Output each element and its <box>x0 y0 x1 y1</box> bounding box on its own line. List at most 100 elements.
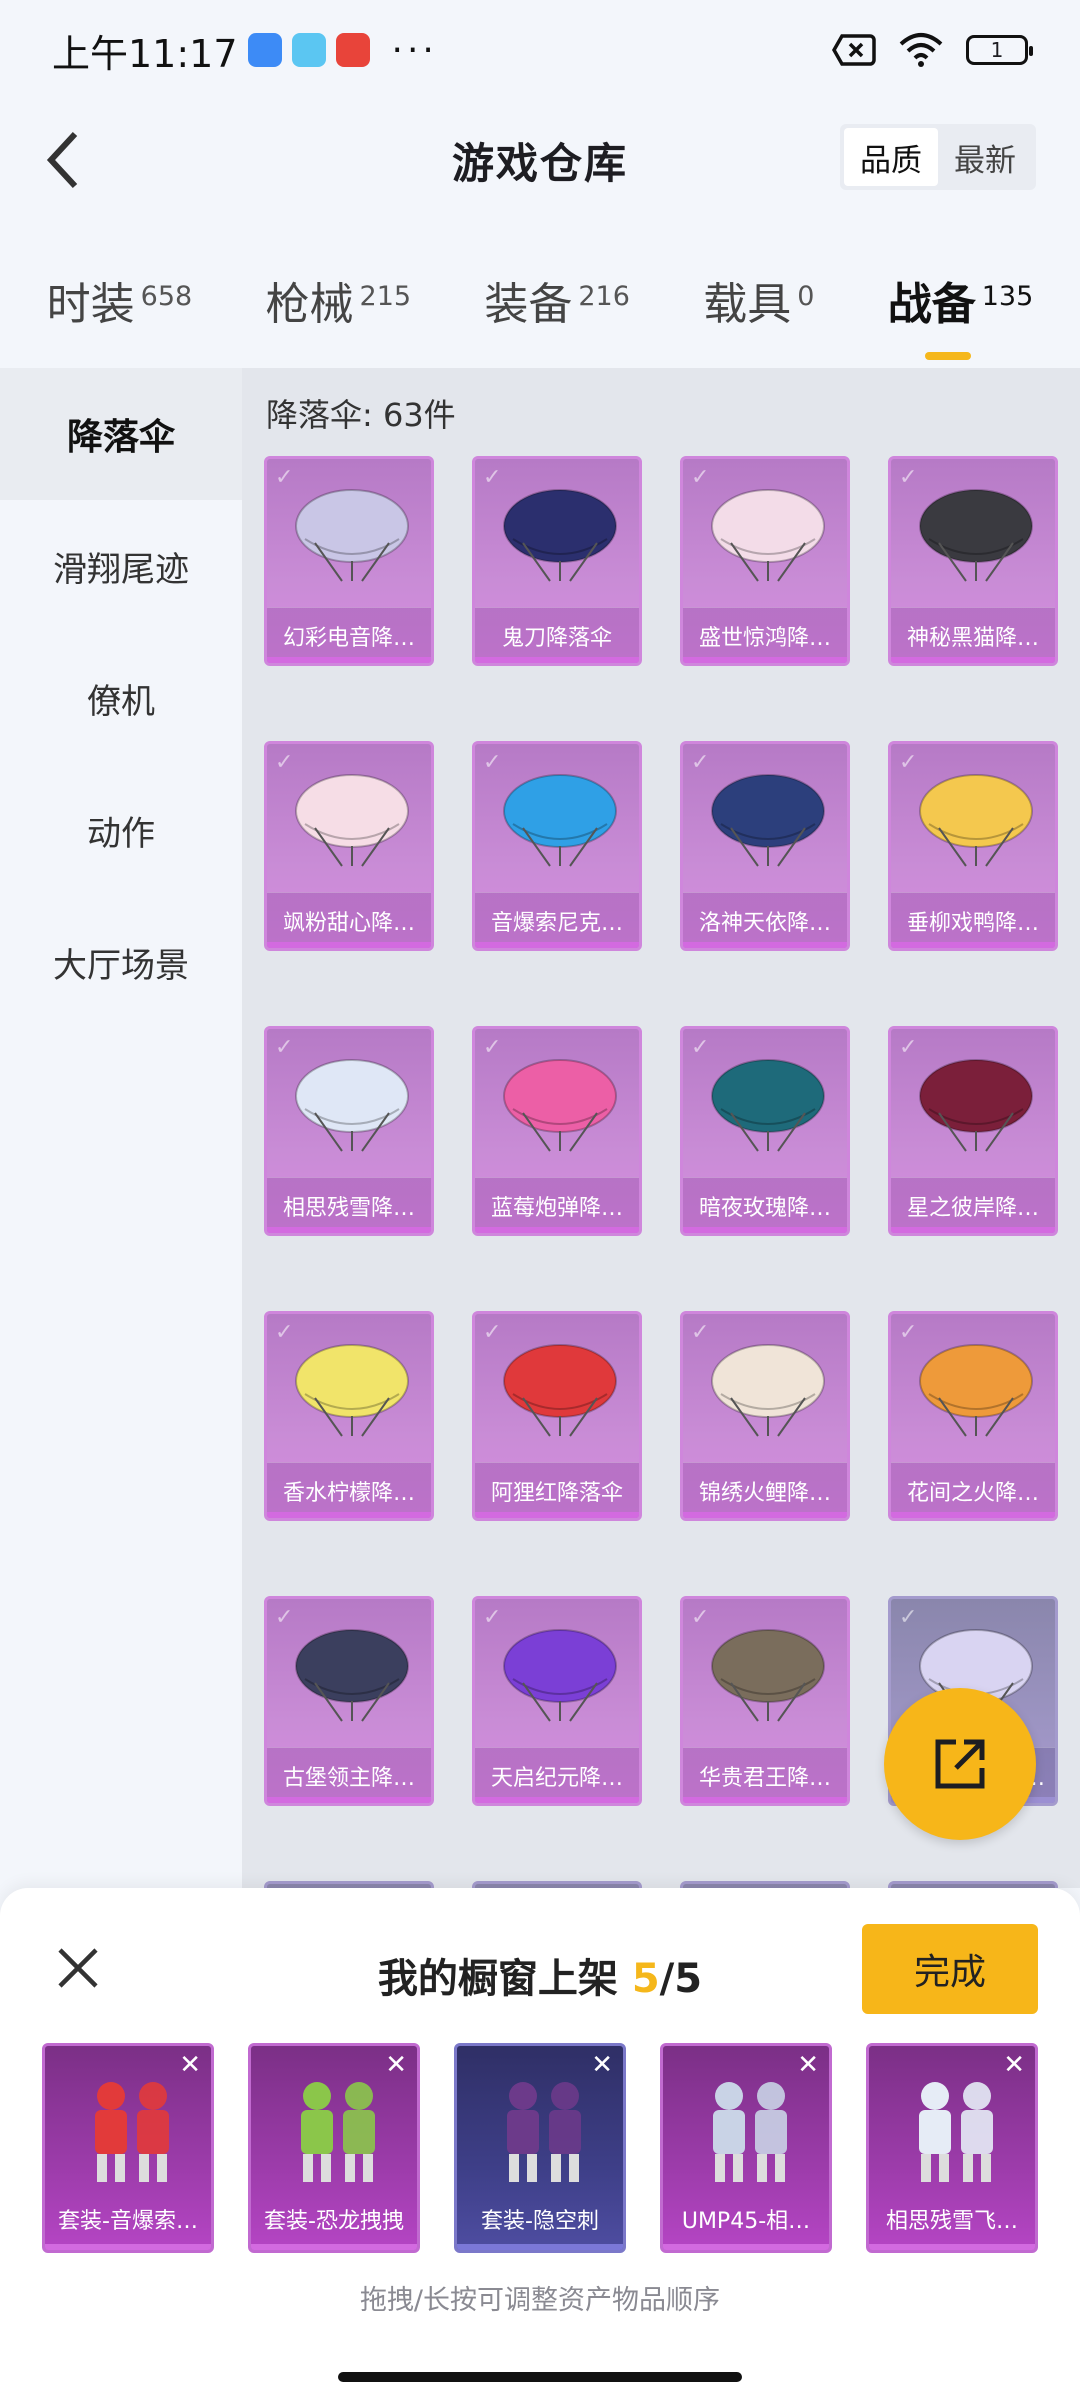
item-name: 阿狸红降落伞 <box>475 1462 639 1518</box>
parachute-icon <box>295 1344 409 1437</box>
tab-vehicles[interactable]: 载具 0 <box>703 268 814 332</box>
item-name: 鬼刀降落伞 <box>475 607 639 663</box>
item-name: 盛世惊鸿降… <box>683 607 847 663</box>
showcase-count: 5 <box>631 1956 660 2002</box>
outfit-icon <box>919 2082 993 2182</box>
showcase-item-name: UMP45-相… <box>681 2209 811 2234</box>
parachute-icon <box>919 1344 1033 1437</box>
sort-toggle: 品质 最新 <box>840 124 1036 190</box>
showcase-item-card[interactable]: ✕ UMP45-相… <box>660 2043 832 2253</box>
parachute-item-card[interactable]: ✓ 星之彼岸降… <box>888 1026 1058 1236</box>
parachute-item-card[interactable]: ✓ 垂柳戏鸭降… <box>888 741 1058 951</box>
status-more-icon: ··· <box>391 29 438 71</box>
parachute-item-card[interactable]: ✓ 蓝莓炮弹降… <box>472 1026 642 1236</box>
parachute-item-card[interactable]: ✓ 花间之火降… <box>888 1311 1058 1521</box>
item-grid: ✓ 幻彩电音降… ✓ 鬼刀降落伞 ✓ 盛世惊鸿降… ✓ 神秘黑猫降… ✓ 飒粉甜心降… ✓ 音爆索尼克… <box>264 456 1058 1888</box>
sidebar-item-wingman[interactable]: 僚机 <box>0 632 242 764</box>
parachute-item-card[interactable]: ✓ 香水柠檬降… <box>264 1311 434 1521</box>
parachute-icon <box>295 489 409 582</box>
category-tabs: 时装 658 枪械 215 装备 216 载具 0 战备 135 <box>0 240 1080 360</box>
item-name: 幻彩电音降… <box>267 607 431 663</box>
showcase-item-card[interactable]: ✕ 套装-恐龙拽拽 <box>248 2043 420 2253</box>
tab-fashion[interactable]: 时装 658 <box>47 268 193 332</box>
item-name: 蓝莓炮弹降… <box>475 1177 639 1233</box>
parachute-item-card[interactable]: ✓巳巳如意降… <box>888 1881 1058 1888</box>
item-name: 音爆索尼克… <box>475 892 639 948</box>
item-name: 华贵君王降… <box>683 1747 847 1803</box>
sheet-title-text: 我的橱窗上架 <box>377 1956 618 2002</box>
tab-count: 658 <box>140 281 193 312</box>
item-name: 花间之火降… <box>891 1462 1055 1518</box>
parachute-item-card[interactable]: ✓ 锦绣火鲤降… <box>680 1311 850 1521</box>
sidebar: 降落伞 滑翔尾迹 僚机 动作 大厅场景 <box>0 368 242 1888</box>
status-app-icons <box>247 33 370 67</box>
parachute-icon <box>919 774 1033 867</box>
active-tab-indicator <box>924 352 971 360</box>
parachute-icon <box>503 1059 617 1152</box>
parachute-icon <box>295 1629 409 1722</box>
item-name: 香水柠檬降… <box>267 1462 431 1518</box>
home-indicator[interactable] <box>338 2372 742 2382</box>
tab-label: 枪械 <box>265 279 354 330</box>
tab-count: 135 <box>981 281 1034 312</box>
showcase-item-card[interactable]: ✕ 相思残雪飞… <box>866 2043 1038 2253</box>
parachute-item-card[interactable]: ✓ 音爆索尼克… <box>472 741 642 951</box>
tab-count: 216 <box>578 281 630 312</box>
sidebar-item-emote[interactable]: 动作 <box>0 764 242 896</box>
tab-label: 时装 <box>46 279 135 330</box>
tab-label: 战备 <box>887 279 976 330</box>
item-name: 垂柳戏鸭降… <box>891 892 1055 948</box>
item-name: 星之彼岸降… <box>891 1177 1055 1233</box>
header: 游戏仓库 品质 最新 <box>0 100 1080 220</box>
parachute-item-card[interactable]: ✓ 华贵君王降… <box>680 1596 850 1806</box>
parachute-item-card[interactable]: ✓ 神秘黑猫降… <box>888 456 1058 666</box>
parachute-icon <box>295 774 409 867</box>
showcase-total: /5 <box>659 1956 703 2002</box>
item-name: 天启纪元降… <box>475 1747 639 1803</box>
sidebar-item-parachute[interactable]: 降落伞 <box>0 368 242 500</box>
parachute-item-card[interactable]: ✓异域银装降… <box>264 1881 434 1888</box>
outfit-icon <box>713 2082 787 2182</box>
sort-option-newest[interactable]: 最新 <box>938 128 1032 186</box>
parachute-item-card[interactable]: ✓一举夺葵降… <box>472 1881 642 1888</box>
parachute-icon <box>919 489 1033 582</box>
parachute-item-card[interactable]: ✓ 相思残雪降… <box>264 1026 434 1236</box>
item-name: 相思残雪降… <box>267 1177 431 1233</box>
tab-battle-gear[interactable]: 战备 135 <box>887 268 1034 360</box>
parachute-item-card[interactable]: ✓ 古堡领主降… <box>264 1596 434 1806</box>
tab-count: 0 <box>797 281 815 312</box>
parachute-icon <box>711 1344 825 1437</box>
wifi-icon <box>899 33 943 67</box>
tab-weapons[interactable]: 枪械 215 <box>266 268 412 332</box>
sidebar-item-lobby-scene[interactable]: 大厅场景 <box>0 896 242 1028</box>
share-button[interactable] <box>884 1688 1036 1840</box>
done-button[interactable]: 完成 <box>862 1924 1038 2014</box>
parachute-icon <box>711 1629 825 1722</box>
sidebar-item-glide-trail[interactable]: 滑翔尾迹 <box>0 500 242 632</box>
parachute-item-card[interactable]: ✓SS31王牌降… <box>680 1881 850 1888</box>
outfit-icon <box>95 2082 169 2182</box>
parachute-item-card[interactable]: ✓ 幻彩电音降… <box>264 456 434 666</box>
item-name: 飒粉甜心降… <box>267 892 431 948</box>
parachute-icon <box>503 489 617 582</box>
sort-option-quality[interactable]: 品质 <box>844 128 938 186</box>
parachute-icon <box>295 1059 409 1152</box>
tab-label: 装备 <box>484 279 573 330</box>
item-name: 暗夜玫瑰降… <box>683 1177 847 1233</box>
app-notification-icon <box>247 33 282 67</box>
item-name: 古堡领主降… <box>267 1747 431 1803</box>
parachute-item-card[interactable]: ✓ 飒粉甜心降… <box>264 741 434 951</box>
item-name: 锦绣火鲤降… <box>683 1462 847 1518</box>
parachute-item-card[interactable]: ✓ 洛神天依降… <box>680 741 850 951</box>
parachute-item-card[interactable]: ✓ 阿狸红降落伞 <box>472 1311 642 1521</box>
item-count-title: 降落伞: 63件 <box>266 396 456 434</box>
showcase-item-card[interactable]: ✕ 套装-隐空刺 <box>454 2043 626 2253</box>
showcase-item-card[interactable]: ✕ 套装-音爆索… <box>42 2043 214 2253</box>
parachute-item-card[interactable]: ✓ 暗夜玫瑰降… <box>680 1026 850 1236</box>
parachute-item-card[interactable]: ✓ 鬼刀降落伞 <box>472 456 642 666</box>
tab-equipment[interactable]: 装备 216 <box>484 268 630 332</box>
parachute-item-card[interactable]: ✓ 盛世惊鸿降… <box>680 456 850 666</box>
parachute-item-card[interactable]: ✓ 天启纪元降… <box>472 1596 642 1806</box>
item-name: 神秘黑猫降… <box>891 607 1055 663</box>
item-panel: 降落伞: 63件 ✓ 幻彩电音降… ✓ 鬼刀降落伞 ✓ 盛世惊鸿降… ✓ 神秘黑猫降… ✓ 飒粉甜… <box>242 368 1080 1888</box>
